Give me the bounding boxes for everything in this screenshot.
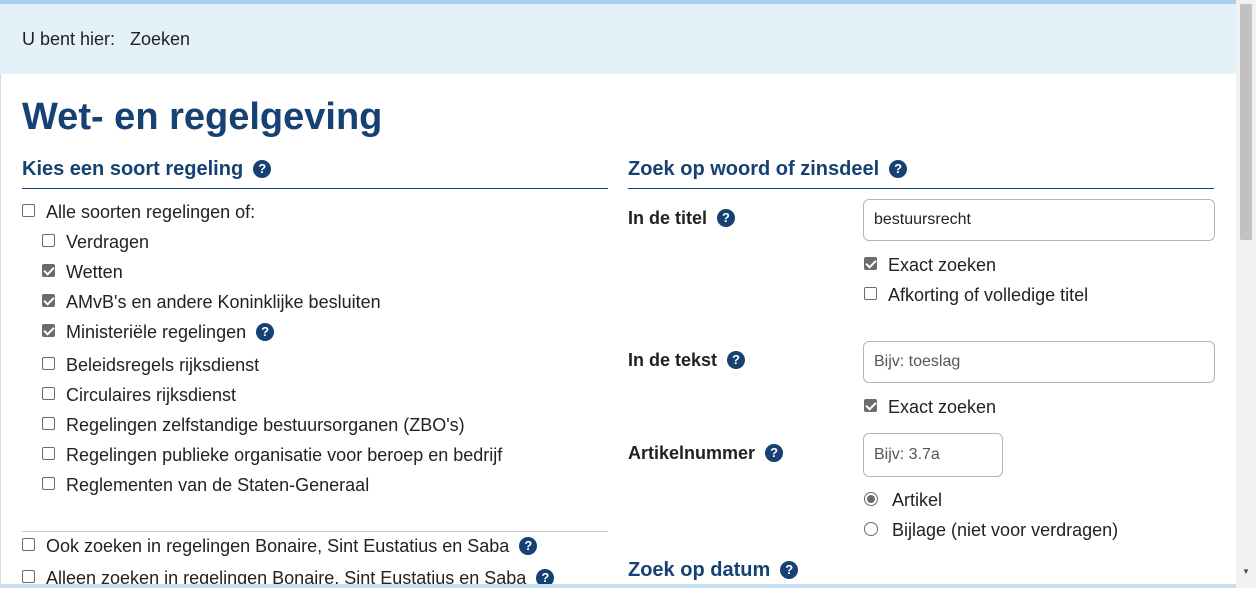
help-icon[interactable]: ?	[519, 537, 538, 556]
help-icon[interactable]: ?	[765, 444, 784, 463]
regulation-type-heading-text: Kies een soort regeling	[22, 158, 244, 180]
breadcrumb: U bent hier: Zoeken	[0, 4, 1236, 74]
title-abbrev-label: Afkorting of volledige titel	[888, 285, 1089, 305]
regulation-type-checkbox[interactable]	[42, 294, 55, 307]
regulation-type-label: AMvB's en andere Koninklijke besluiten	[66, 292, 381, 313]
breadcrumb-current[interactable]: Zoeken	[130, 29, 190, 50]
regulation-type-label: Verdragen	[66, 232, 149, 253]
breadcrumb-label: U bent hier:	[22, 29, 116, 49]
regulation-type-label: Circulaires rijksdienst	[66, 385, 236, 406]
regulation-type-checkbox[interactable]	[42, 324, 55, 337]
divider	[22, 531, 608, 532]
text-search-input[interactable]: Bijv: toeslag	[863, 341, 1215, 383]
article-radio-label: Artikel	[892, 490, 943, 510]
regulation-type-label: Ministeriële regelingen?	[66, 322, 275, 343]
text-exact-checkbox[interactable]	[864, 399, 877, 412]
regulation-type-checkbox[interactable]	[42, 357, 55, 370]
help-icon[interactable]: ?	[253, 159, 272, 178]
regulation-type-text: Regelingen publieke organisatie voor ber…	[66, 445, 503, 465]
regulation-type-checkbox[interactable]	[42, 264, 55, 277]
article-number-input[interactable]: Bijv: 3.7a	[863, 433, 1003, 477]
article-field-label: Artikelnummer?	[628, 443, 784, 464]
title-exact-checkbox[interactable]	[864, 257, 877, 270]
bes-also-label: Ook zoeken in regelingen Bonaire, Sint E…	[46, 536, 538, 557]
text-field-label-text: In de tekst	[628, 350, 718, 370]
regulation-type-text: Beleidsregels rijksdienst	[66, 355, 260, 375]
text-exact-label: Exact zoeken	[888, 397, 997, 417]
regulation-type-checkbox[interactable]	[42, 447, 55, 460]
date-search-heading-text: Zoek op datum	[628, 559, 771, 581]
article-radio[interactable]	[864, 492, 878, 506]
regulation-type-text: Ministeriële regelingen	[66, 322, 247, 342]
text-field-label: In de tekst?	[628, 350, 746, 371]
regulation-type-label: Reglementen van de Staten-Generaal	[66, 475, 369, 496]
regulation-type-text: Verdragen	[66, 232, 150, 252]
all-types-checkbox[interactable]	[22, 204, 35, 217]
help-icon[interactable]: ?	[727, 351, 746, 370]
title-field-label-text: In de titel	[628, 208, 708, 228]
annex-radio-label: Bijlage (niet voor verdragen)	[892, 520, 1119, 540]
regulation-type-text: AMvB's en andere Koninklijke besluiten	[66, 292, 381, 312]
regulation-type-text: Wetten	[66, 262, 123, 282]
word-search-heading: Zoek op woord of zinsdeel?	[628, 158, 1214, 189]
bes-only-checkbox[interactable]	[22, 570, 35, 583]
regulation-type-checkbox[interactable]	[42, 234, 55, 247]
title-exact-label: Exact zoeken	[888, 255, 997, 275]
title-search-input[interactable]: bestuursrecht	[863, 199, 1215, 241]
regulation-type-text: Regelingen zelfstandige bestuursorganen …	[66, 415, 465, 435]
regulation-type-label: Wetten	[66, 262, 123, 283]
regulation-type-label: Regelingen zelfstandige bestuursorganen …	[66, 415, 465, 436]
regulation-type-text: Circulaires rijksdienst	[66, 385, 237, 405]
frame-border	[0, 74, 1, 588]
scroll-down-icon[interactable]: ▼	[1240, 566, 1252, 578]
word-search-heading-text: Zoek op woord of zinsdeel	[628, 158, 880, 180]
title-field-label: In de titel?	[628, 208, 736, 229]
annex-radio[interactable]	[864, 522, 878, 536]
help-icon[interactable]: ?	[717, 209, 736, 228]
help-icon[interactable]: ?	[889, 159, 908, 178]
regulation-type-checkbox[interactable]	[42, 417, 55, 430]
bottom-border	[0, 584, 1236, 588]
bes-also-checkbox[interactable]	[22, 538, 35, 551]
regulation-type-checkbox[interactable]	[42, 387, 55, 400]
title-abbrev-checkbox[interactable]	[864, 287, 877, 300]
regulation-type-label: Beleidsregels rijksdienst	[66, 355, 259, 376]
regulation-type-checkbox[interactable]	[42, 477, 55, 490]
help-icon[interactable]: ?	[780, 560, 799, 579]
help-icon[interactable]: ?	[256, 323, 275, 342]
all-types-label: Alle soorten regelingen of:	[46, 202, 256, 222]
regulation-type-label: Regelingen publieke organisatie voor ber…	[66, 445, 502, 466]
regulation-type-heading: Kies een soort regeling?	[22, 158, 608, 189]
article-field-label-text: Artikelnummer	[628, 443, 756, 463]
regulation-type-text: Reglementen van de Staten-Generaal	[66, 475, 370, 495]
page-title: Wet- en regelgeving	[22, 96, 383, 138]
bes-also-text: Ook zoeken in regelingen Bonaire, Sint E…	[46, 536, 510, 556]
scrollbar-thumb[interactable]	[1240, 4, 1252, 240]
vertical-scrollbar[interactable]: ▼	[1236, 0, 1256, 588]
